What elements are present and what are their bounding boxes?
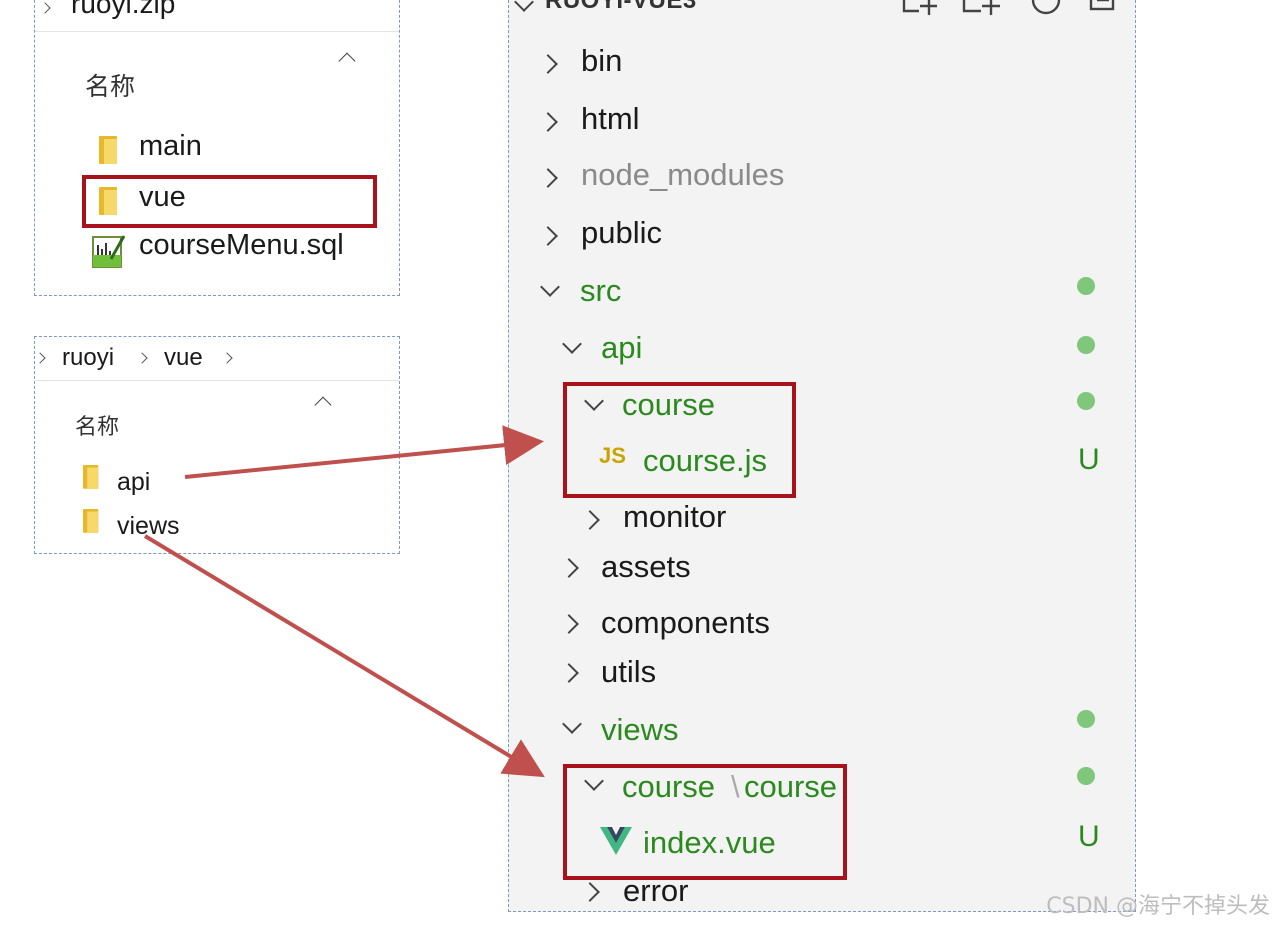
arrow-views-to-course (143, 534, 545, 778)
watermark: CSDN @海宁不掉头发 (1046, 894, 1270, 919)
arrow-api-to-course (184, 425, 544, 479)
annotation-arrows (143, 425, 545, 778)
